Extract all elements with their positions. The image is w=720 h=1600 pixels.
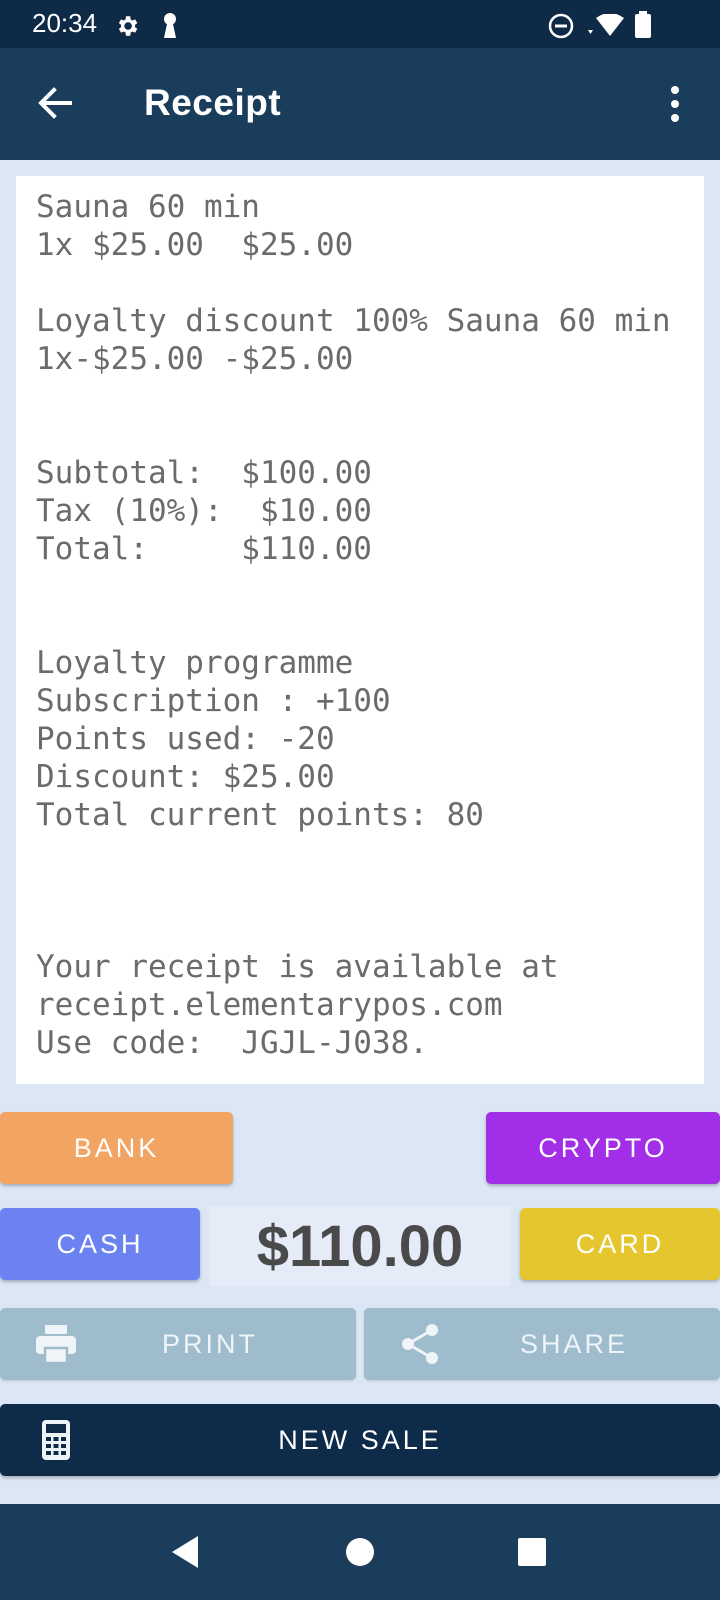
share-button[interactable]: SHARE xyxy=(364,1308,720,1380)
receipt-line: 1x $25.00 $25.00 xyxy=(36,227,354,263)
total-amount: $110.00 xyxy=(210,1206,510,1286)
battery-icon xyxy=(635,11,651,38)
receipt-line xyxy=(36,568,704,606)
receipt-line: receipt.elementarypos.com xyxy=(36,987,503,1023)
receipt-line: Total current points: 80 xyxy=(36,797,484,833)
receipt-line xyxy=(36,606,704,644)
receipt-line xyxy=(36,264,704,302)
receipt-line xyxy=(36,872,704,910)
gear-icon xyxy=(118,16,138,36)
receipt-line: Loyalty programme xyxy=(36,645,354,681)
receipt-line xyxy=(36,416,704,454)
receipt-line: Total: $110.00 xyxy=(36,531,372,567)
receipt-line: 1x-$25.00 -$25.00 xyxy=(36,341,354,377)
receipt-line: Your receipt is available at xyxy=(36,949,559,985)
crypto-button[interactable]: CRYPTO xyxy=(486,1112,720,1184)
calculator-icon xyxy=(42,1420,70,1460)
receipt-line xyxy=(36,910,704,948)
status-bar: 20:34 xyxy=(0,0,720,48)
nav-home-icon[interactable] xyxy=(340,1532,380,1572)
navigation-bar xyxy=(0,1504,720,1600)
bank-button[interactable]: BANK xyxy=(0,1112,233,1184)
receipt-line xyxy=(36,378,704,416)
receipt-panel: Sauna 60 min 1x $25.00 $25.00 Loyalty di… xyxy=(16,176,704,1084)
nav-recents-icon[interactable] xyxy=(512,1532,552,1572)
status-time: 20:34 xyxy=(32,8,98,38)
receipt-line: Loyalty discount 100% Sauna 60 min xyxy=(36,303,671,339)
print-label: PRINT xyxy=(162,1328,258,1359)
app-bar: Receipt xyxy=(0,48,720,160)
page-title: Receipt xyxy=(144,82,282,123)
new-sale-button[interactable]: NEW SALE xyxy=(0,1404,720,1476)
print-button[interactable]: PRINT xyxy=(0,1308,356,1380)
receipt-line: Discount: $25.00 xyxy=(36,759,335,795)
share-label: SHARE xyxy=(519,1328,629,1359)
receipt-line: Subscription : +100 xyxy=(36,683,391,719)
wifi-icon xyxy=(588,14,624,36)
cash-button[interactable]: CASH xyxy=(0,1208,200,1280)
printer-icon xyxy=(36,1325,76,1365)
receipt-line: Tax (10%): $10.00 xyxy=(36,493,372,529)
nav-back-icon[interactable] xyxy=(166,1532,206,1572)
receipt-line: Use code: JGJL-J038. xyxy=(36,1025,428,1061)
receipt-line: Subtotal: $100.00 xyxy=(36,455,372,491)
receipt-line: Points used: -20 xyxy=(36,721,335,757)
more-vert-icon[interactable] xyxy=(660,84,690,124)
card-button[interactable]: CARD xyxy=(520,1208,720,1280)
receipt-line xyxy=(36,834,704,872)
do-not-disturb-icon xyxy=(548,13,574,39)
arrow-back-icon[interactable] xyxy=(30,78,80,128)
new-sale-label: NEW SALE xyxy=(278,1424,442,1455)
receipt-line: Sauna 60 min xyxy=(36,189,260,225)
share-icon xyxy=(402,1324,438,1364)
key-icon xyxy=(164,13,176,38)
